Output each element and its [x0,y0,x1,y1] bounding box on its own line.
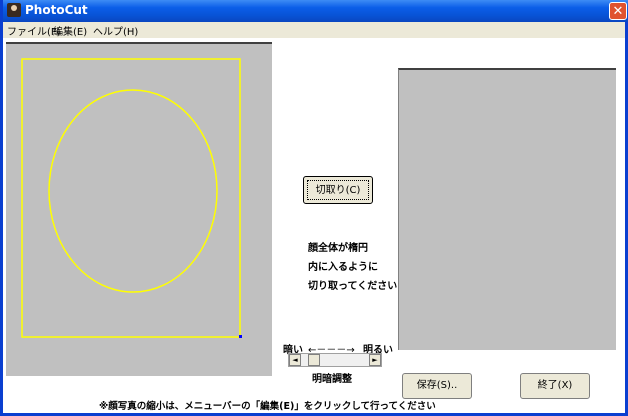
footer-note: ※顔写真の縮小は、メニューバーの「編集(E)」をクリックして行ってください [99,401,436,412]
slider-right-icon[interactable]: ► [369,354,381,366]
crop-overlay[interactable] [4,42,270,376]
window-title: PhotoCut [25,3,88,17]
instruction-line-3: 切り取ってください [308,281,398,292]
crop-ellipse [48,89,218,293]
instruction-line-1: 顔全体が楕円 [308,243,368,254]
close-icon: ✕ [612,4,624,19]
menu-bar: ファイル(F) 編集(E) ヘルプ(H) [3,22,625,38]
slider-thumb[interactable] [308,354,320,366]
instruction-line-2: 内に入るように [308,262,378,273]
menu-help[interactable]: ヘルプ(H) [93,23,138,38]
source-image-canvas[interactable] [6,42,272,376]
app-icon [7,3,21,17]
preview-canvas [398,68,616,350]
close-button[interactable]: ✕ [609,2,627,20]
slider-left-icon[interactable]: ◄ [289,354,301,366]
title-bar[interactable]: PhotoCut ✕ [3,0,628,22]
app-window: PhotoCut ✕ ファイル(F) 編集(E) ヘルプ(H) 切取り(C) 顔… [0,0,628,416]
brightness-adjust-label: 明暗調整 [312,374,352,385]
save-button[interactable]: 保存(S).. [402,373,472,399]
cut-button-label: 切取り(C) [307,180,369,200]
exit-button[interactable]: 終了(X) [520,373,590,399]
cut-button[interactable]: 切取り(C) [303,176,373,204]
menu-edit[interactable]: 編集(E) [53,23,87,38]
brightness-slider[interactable]: ◄ ► [288,353,382,367]
resize-handle [239,335,242,338]
crop-rectangle [21,58,241,338]
